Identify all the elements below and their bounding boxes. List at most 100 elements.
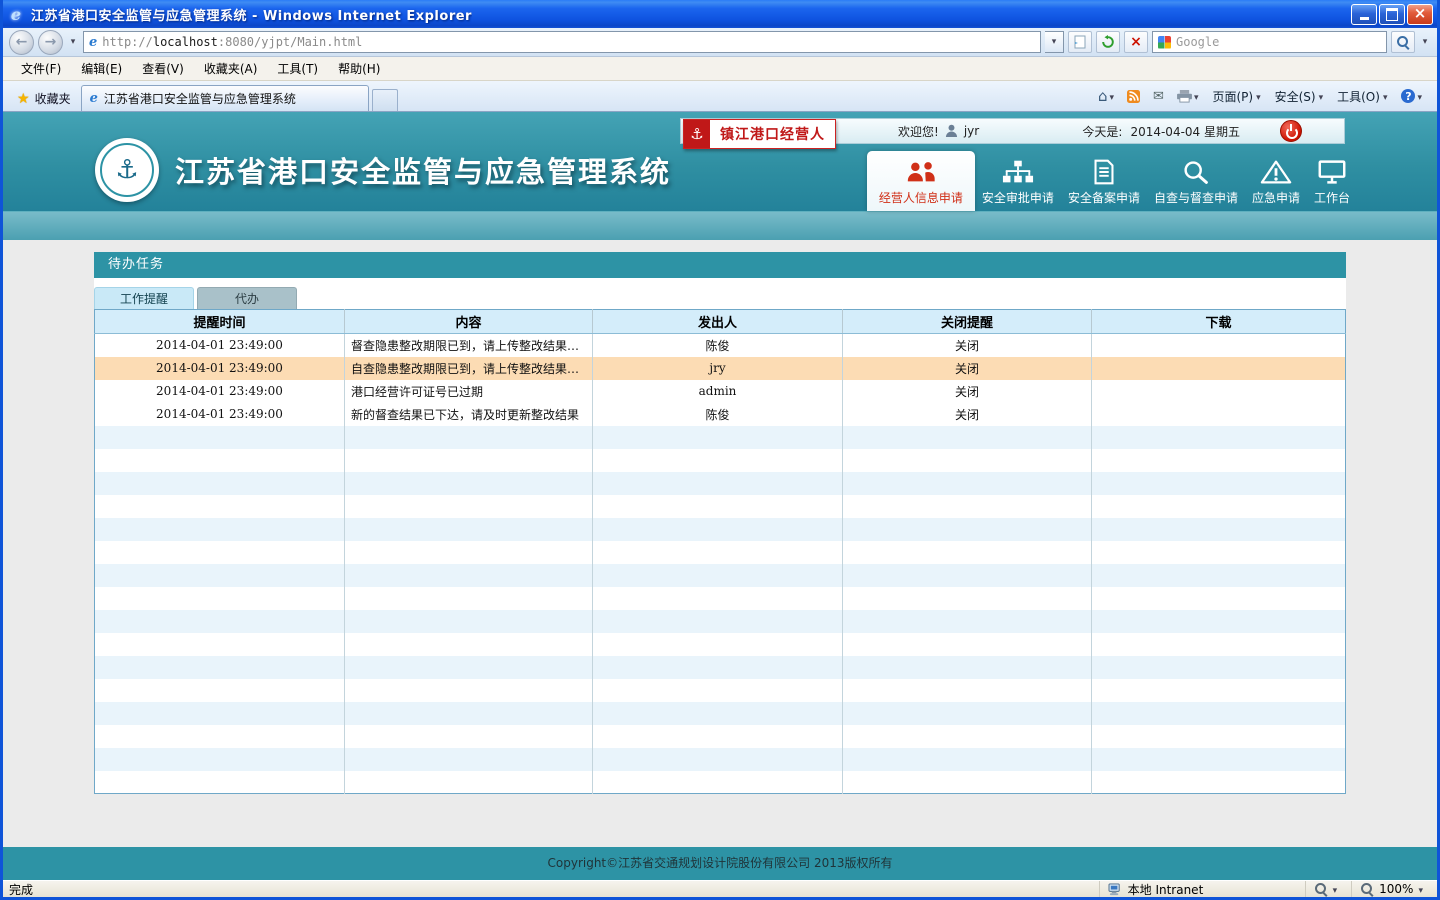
url-dropdown-button[interactable]: [1045, 31, 1064, 53]
close-reminder-link[interactable]: 关闭: [955, 385, 979, 399]
panel-content: 工作提醒代办 提醒时间内容发出人关闭提醒下载 2014-04-01 23:49:…: [94, 278, 1346, 794]
close-button[interactable]: [1407, 4, 1433, 25]
favorites-label: 收藏夹: [35, 90, 71, 107]
page-favicon-icon: [89, 35, 97, 50]
nav-operator-info[interactable]: 经营人信息申请: [867, 151, 975, 211]
zoom-level-button[interactable]: 100%: [1351, 881, 1431, 897]
copyright-text: Copyright©江苏省交通规划设计院股份有限公司 2013版权所有: [548, 856, 893, 870]
empty-row: [95, 426, 1346, 449]
forward-button[interactable]: [38, 30, 63, 55]
ie-logo-icon: [7, 5, 25, 23]
stop-button[interactable]: [1124, 31, 1148, 53]
tab-work-reminder[interactable]: 工作提醒: [94, 287, 194, 309]
tab-todo[interactable]: 代办: [197, 287, 297, 309]
empty-row: [95, 633, 1346, 656]
nav-emergency[interactable]: 应急申请: [1245, 151, 1307, 211]
nav-self-supervision-check[interactable]: 自查与督查申请: [1147, 151, 1245, 211]
web-page: 江苏省港口安全监管与应急管理系统 镇江港口经营人 欢迎您! jyr 今天是: 2…: [3, 112, 1437, 880]
refresh-button[interactable]: [1096, 31, 1120, 53]
feeds-button[interactable]: [1122, 87, 1145, 106]
approval-icon: [1002, 158, 1034, 186]
search-options-dropdown-icon[interactable]: [1419, 31, 1431, 53]
record-icon: [1088, 158, 1120, 186]
close-reminder-link[interactable]: 关闭: [955, 362, 979, 376]
cell-time: 2014-04-01 23:49:00: [95, 380, 345, 403]
print-button[interactable]: [1172, 86, 1204, 106]
emergency-icon: [1260, 158, 1292, 186]
workbench-icon: [1316, 158, 1348, 186]
nav-safety-record[interactable]: 安全备案申请: [1061, 151, 1147, 211]
close-reminder-link[interactable]: 关闭: [955, 408, 979, 422]
task-table: 提醒时间内容发出人关闭提醒下载 2014-04-01 23:49:00督查隐患整…: [94, 309, 1346, 794]
help-button[interactable]: [1396, 86, 1427, 106]
minimize-button[interactable]: [1351, 4, 1377, 25]
close-reminder-link[interactable]: 关闭: [955, 339, 979, 353]
menu-item[interactable]: 工具(T): [267, 57, 328, 80]
nav-safety-approval[interactable]: 安全审批申请: [975, 151, 1061, 211]
safety-menu-button[interactable]: 安全(S): [1269, 85, 1330, 108]
print-dropdown-icon: [1194, 89, 1199, 103]
today-value: 2014-04-04 星期五: [1130, 123, 1240, 140]
empty-row: [95, 495, 1346, 518]
page-menu-button[interactable]: 页面(P): [1206, 85, 1266, 108]
empty-row: [95, 656, 1346, 679]
cell-content: 自查隐患整改期限已到，请上传整改结果…: [345, 357, 593, 380]
column-header: 关闭提醒: [843, 310, 1092, 334]
panel-title: 待办任务: [94, 252, 1346, 278]
menu-item[interactable]: 收藏夹(A): [194, 57, 268, 80]
help-dropdown-icon: [1417, 89, 1422, 103]
zoom-dropdown-icon: [1333, 882, 1338, 896]
ie-window: 江苏省港口安全监管与应急管理系统 - Windows Internet Expl…: [0, 0, 1440, 900]
cell-download: [1092, 334, 1346, 357]
maximize-button[interactable]: [1379, 4, 1405, 25]
empty-row: [95, 472, 1346, 495]
menu-item[interactable]: 文件(F): [11, 57, 71, 80]
search-go-button[interactable]: [1391, 31, 1415, 53]
cell-close: 关闭: [843, 334, 1092, 357]
search-input[interactable]: Google: [1152, 31, 1387, 53]
read-mail-button[interactable]: [1148, 86, 1169, 107]
empty-row: [95, 702, 1346, 725]
window-title: 江苏省港口安全监管与应急管理系统 - Windows Internet Expl…: [31, 5, 472, 24]
menu-item[interactable]: 查看(V): [132, 57, 194, 80]
rss-icon: [1127, 90, 1140, 103]
cell-download: [1092, 380, 1346, 403]
url-host: localhost: [153, 35, 218, 49]
back-button[interactable]: [9, 30, 34, 55]
zoom-menu-button[interactable]: [1305, 881, 1346, 897]
favorites-bar: 收藏夹 江苏省港口安全监管与应急管理系统 页面(P)安全(S)工具(O): [3, 81, 1437, 112]
compatibility-view-button[interactable]: [1068, 31, 1092, 53]
search-icon: [1396, 35, 1410, 49]
url-input[interactable]: http://localhost:8080/yjpt/Main.html: [83, 31, 1041, 53]
home-icon: [1098, 87, 1108, 105]
dropdown-arrow-icon: [1256, 89, 1261, 103]
compatibility-page-icon: [1074, 35, 1086, 49]
home-button[interactable]: [1093, 84, 1119, 108]
refresh-icon: [1101, 35, 1115, 49]
window-titlebar: 江苏省港口安全监管与应急管理系统 - Windows Internet Expl…: [3, 0, 1437, 28]
empty-row: [95, 541, 1346, 564]
computer-icon: [1108, 883, 1123, 896]
nav-label: 安全备案申请: [1068, 189, 1140, 206]
status-bar: 完成 本地 Intranet 100%: [3, 880, 1437, 900]
user-icon: [945, 124, 958, 138]
menu-item[interactable]: 帮助(H): [328, 57, 390, 80]
printer-icon: [1177, 90, 1192, 103]
cell-time: 2014-04-01 23:49:00: [95, 334, 345, 357]
mail-icon: [1153, 89, 1164, 104]
nav-workbench[interactable]: 工作台: [1307, 151, 1357, 211]
logout-button[interactable]: [1280, 120, 1302, 142]
site-logo-badge: [95, 138, 159, 202]
empty-row: [95, 771, 1346, 794]
history-dropdown-icon[interactable]: [67, 31, 79, 53]
task-row: 2014-04-01 23:49:00自查隐患整改期限已到，请上传整改结果…jr…: [95, 357, 1346, 380]
welcome-group: 欢迎您! jyr: [898, 123, 979, 140]
menu-item[interactable]: 编辑(E): [71, 57, 132, 80]
todo-panel: 待办任务 工作提醒代办 提醒时间内容发出人关闭提醒下载 2014-04-01 2…: [94, 252, 1346, 794]
empty-row: [95, 587, 1346, 610]
new-tab-stub[interactable]: [372, 89, 398, 111]
browser-tab[interactable]: 江苏省港口安全监管与应急管理系统: [81, 85, 369, 111]
favorites-button[interactable]: 收藏夹: [7, 86, 81, 111]
tools-menu-button[interactable]: 工具(O): [1331, 85, 1393, 108]
column-header: 提醒时间: [95, 310, 345, 334]
